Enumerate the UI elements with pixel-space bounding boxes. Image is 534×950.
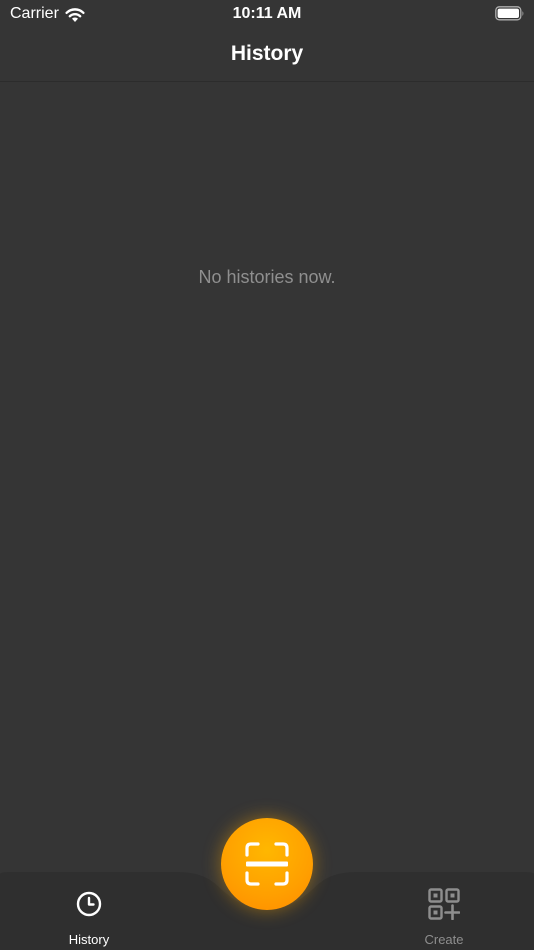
navigation-bar: History (0, 30, 534, 82)
tab-history-label: History (68, 932, 110, 947)
scan-icon (245, 842, 289, 886)
page-title: History (230, 42, 304, 65)
screen: Carrier 10:11 AM History No histories no… (0, 0, 534, 950)
status-time: 10:11 AM (232, 5, 302, 22)
scan-button[interactable] (221, 818, 313, 910)
tab-history[interactable]: History (29, 860, 149, 950)
qr-code-plus-icon (428, 888, 460, 920)
clock-icon (76, 891, 102, 917)
status-bar: Carrier 10:11 AM (0, 0, 534, 30)
tab-create-label: Create (424, 932, 464, 947)
empty-state-message: No histories now. (198, 267, 336, 287)
battery-icon (495, 6, 524, 21)
tab-create[interactable]: Create (384, 860, 504, 950)
